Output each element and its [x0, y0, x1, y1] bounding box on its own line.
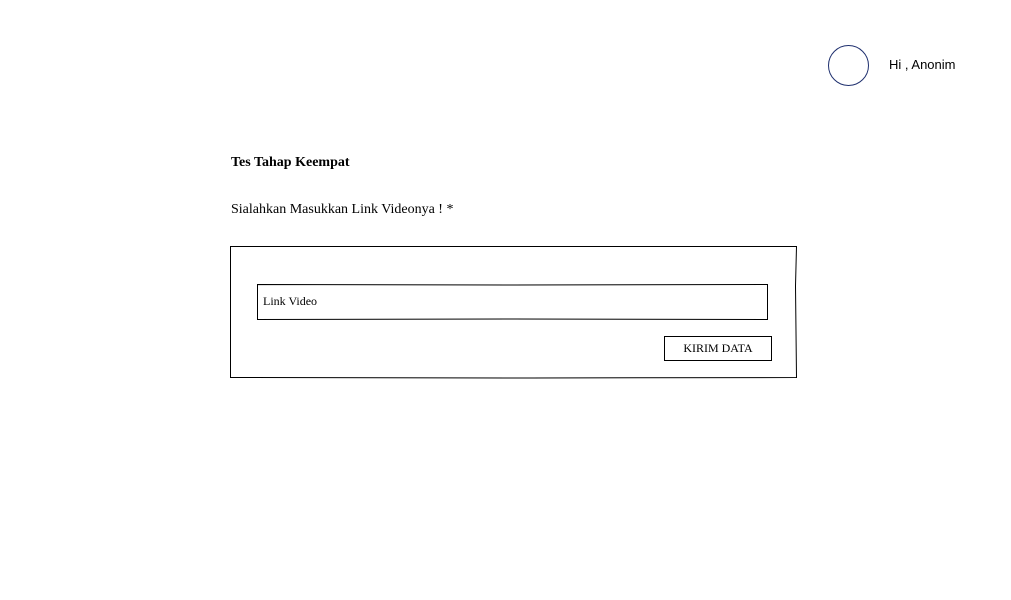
user-avatar[interactable] — [828, 45, 869, 86]
page-title: Tes Tahap Keempat — [231, 155, 350, 170]
submit-data-button[interactable]: KIRIM DATA — [664, 336, 772, 361]
link-prompt-label: Sialahkan Masukkan Link Videonya ! * — [231, 202, 454, 217]
video-link-field-wrapper — [257, 283, 768, 321]
video-link-input[interactable] — [258, 286, 763, 317]
video-link-form: KIRIM DATA — [230, 246, 798, 379]
user-greeting: Hi , Anonim — [889, 57, 956, 72]
